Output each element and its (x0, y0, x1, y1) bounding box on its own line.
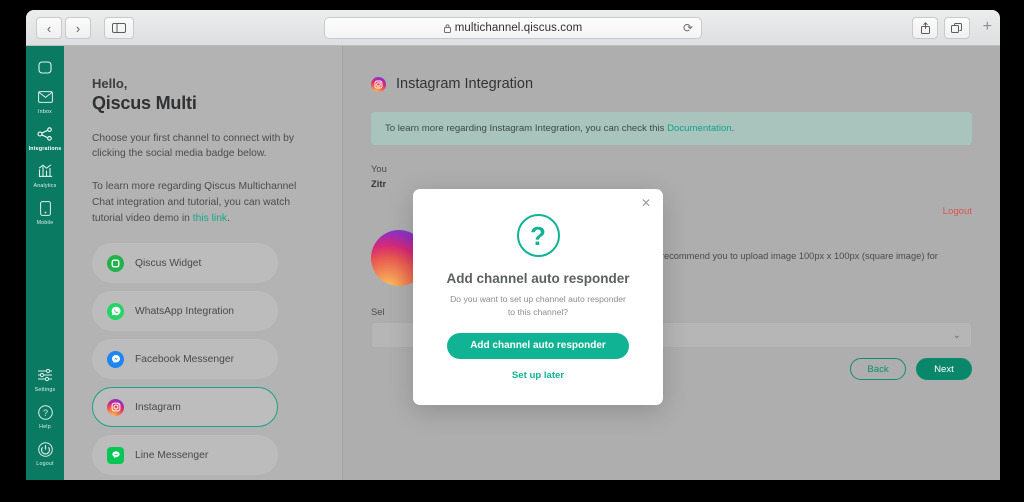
channel-item-line-messenger[interactable]: Line Messenger (92, 435, 278, 476)
banner-text-after: . (731, 123, 735, 134)
sidebar-logo[interactable] (26, 54, 64, 83)
share-icon (920, 22, 930, 34)
new-tab-button[interactable]: + (983, 19, 992, 35)
nav-buttons: ‹ › (36, 17, 91, 39)
chevron-down-icon: ⌄ (952, 329, 961, 341)
browser-window: ‹ › multichannel.qiscus.com ⟳ + Inbox In… (26, 10, 1000, 480)
sidebar-item-label: Analytics (33, 183, 57, 189)
account-logout-link[interactable]: Logout (943, 206, 972, 217)
back-button[interactable]: ‹ (36, 17, 62, 39)
instagram-badge-icon (107, 398, 124, 416)
connected-line-2: Zitr (371, 178, 387, 190)
sidebar-item-label: Mobile (36, 220, 54, 226)
auto-responder-modal: ✕ ? Add channel auto responder Do you wa… (413, 189, 663, 405)
close-icon[interactable]: ✕ (641, 197, 651, 209)
onboarding-panel: Hello, Qiscus Multi Choose your first ch… (64, 46, 342, 480)
page-title: Instagram Integration (371, 76, 972, 92)
documentation-link[interactable]: Documentation (667, 123, 732, 134)
sidebar-item-analytics[interactable]: Analytics (26, 157, 64, 194)
select-label: Sel (371, 306, 385, 317)
facebook-messenger-badge-icon (107, 350, 124, 368)
logout-icon (26, 442, 64, 459)
sidebar-item-logout[interactable]: Logout (26, 435, 64, 472)
channel-item-instagram[interactable]: Instagram (92, 387, 278, 428)
channel-list: Qiscus Widget WhatsApp Integration Faceb… (92, 243, 278, 476)
mobile-icon (26, 201, 64, 218)
account-name: Qiscus Multi (92, 92, 197, 113)
help-icon: ? (26, 405, 64, 422)
tabs-icon (951, 22, 962, 33)
page-title-text: Instagram Integration (396, 76, 534, 92)
lock-icon (443, 23, 451, 33)
sidebar-bottom-group: Settings ? Help Logout (26, 361, 64, 472)
address-bar[interactable]: multichannel.qiscus.com ⟳ (324, 17, 702, 39)
line-badge-icon (107, 446, 124, 464)
sidebar-item-label: Logout (36, 461, 54, 467)
tutorial-link[interactable]: this link (193, 213, 227, 224)
channel-item-facebook-messenger[interactable]: Facebook Messenger (92, 339, 278, 380)
share-button[interactable] (912, 17, 938, 39)
forward-button[interactable]: › (65, 17, 91, 39)
connected-line-1: You (371, 163, 387, 174)
sidebar-item-label: Settings (34, 387, 56, 393)
instagram-badge-icon (371, 76, 386, 92)
sidebar-item-help[interactable]: ? Help (26, 398, 64, 435)
modal-title: Add channel auto responder (446, 271, 630, 286)
sidebar-item-label: Integrations (28, 146, 62, 152)
tabs-button[interactable] (944, 17, 970, 39)
url-text: multichannel.qiscus.com (454, 22, 583, 34)
qiscus-widget-badge-icon (107, 254, 124, 272)
svg-text:?: ? (42, 408, 47, 418)
settings-icon (26, 368, 64, 385)
browser-toolbar: ‹ › multichannel.qiscus.com ⟳ + (26, 10, 1000, 46)
sidebar-toggle-button[interactable] (104, 17, 134, 39)
documentation-banner: To learn more regarding Instagram Integr… (371, 112, 972, 145)
sidebar-item-settings[interactable]: Settings (26, 361, 64, 398)
greeting-text: Hello, (92, 76, 128, 91)
form-actions: Back Next (850, 358, 972, 380)
back-icon: ‹ (46, 20, 52, 36)
sidebar-nav: Inbox Integrations Analytics Mobile Sett… (26, 46, 64, 480)
question-mark-icon: ? (516, 214, 560, 257)
channel-item-label: WhatsApp Integration (135, 305, 235, 317)
channel-item-label: Facebook Messenger (135, 353, 235, 365)
channel-item-qiscus-widget[interactable]: Qiscus Widget (92, 243, 278, 284)
sidebar-item-integrations[interactable]: Integrations (26, 120, 64, 157)
sidebar-icon (112, 23, 126, 33)
toolbar-right-buttons (912, 17, 970, 39)
sidebar-item-inbox[interactable]: Inbox (26, 83, 64, 120)
sidebar-item-label: Help (39, 424, 51, 430)
web-page: Inbox Integrations Analytics Mobile Sett… (26, 46, 1000, 480)
channel-item-whatsapp[interactable]: WhatsApp Integration (92, 291, 278, 332)
sidebar-item-label: Inbox (38, 109, 52, 115)
connected-account-text: You Zitr (371, 161, 972, 191)
set-up-later-link[interactable]: Set up later (413, 370, 663, 381)
qiscus-logo-icon (26, 61, 64, 78)
screenshot-stage: ‹ › multichannel.qiscus.com ⟳ + Inbox In… (0, 0, 1024, 502)
forward-icon: › (75, 20, 81, 36)
sidebar-item-mobile[interactable]: Mobile (26, 194, 64, 231)
banner-text-before: To learn more regarding Instagram Integr… (385, 123, 668, 134)
intro-paragraph: Choose your first channel to connect wit… (92, 132, 295, 160)
channel-item-label: Instagram (135, 401, 181, 413)
next-button[interactable]: Next (916, 358, 972, 380)
tutorial-text-after: . (227, 213, 230, 225)
tutorial-paragraph: To learn more regarding Qiscus Multichan… (92, 179, 310, 227)
analytics-icon (26, 164, 64, 181)
channel-item-label: Qiscus Widget (135, 257, 202, 269)
modal-subtitle: Do you want to set up channel auto respo… (450, 294, 626, 317)
whatsapp-badge-icon (107, 302, 124, 320)
integrations-icon (26, 127, 64, 144)
add-auto-responder-button[interactable]: Add channel auto responder (447, 332, 629, 359)
back-button[interactable]: Back (850, 358, 906, 380)
inbox-icon (26, 90, 64, 107)
channel-item-label: Line Messenger (135, 449, 209, 461)
reload-icon[interactable]: ⟳ (683, 21, 693, 35)
